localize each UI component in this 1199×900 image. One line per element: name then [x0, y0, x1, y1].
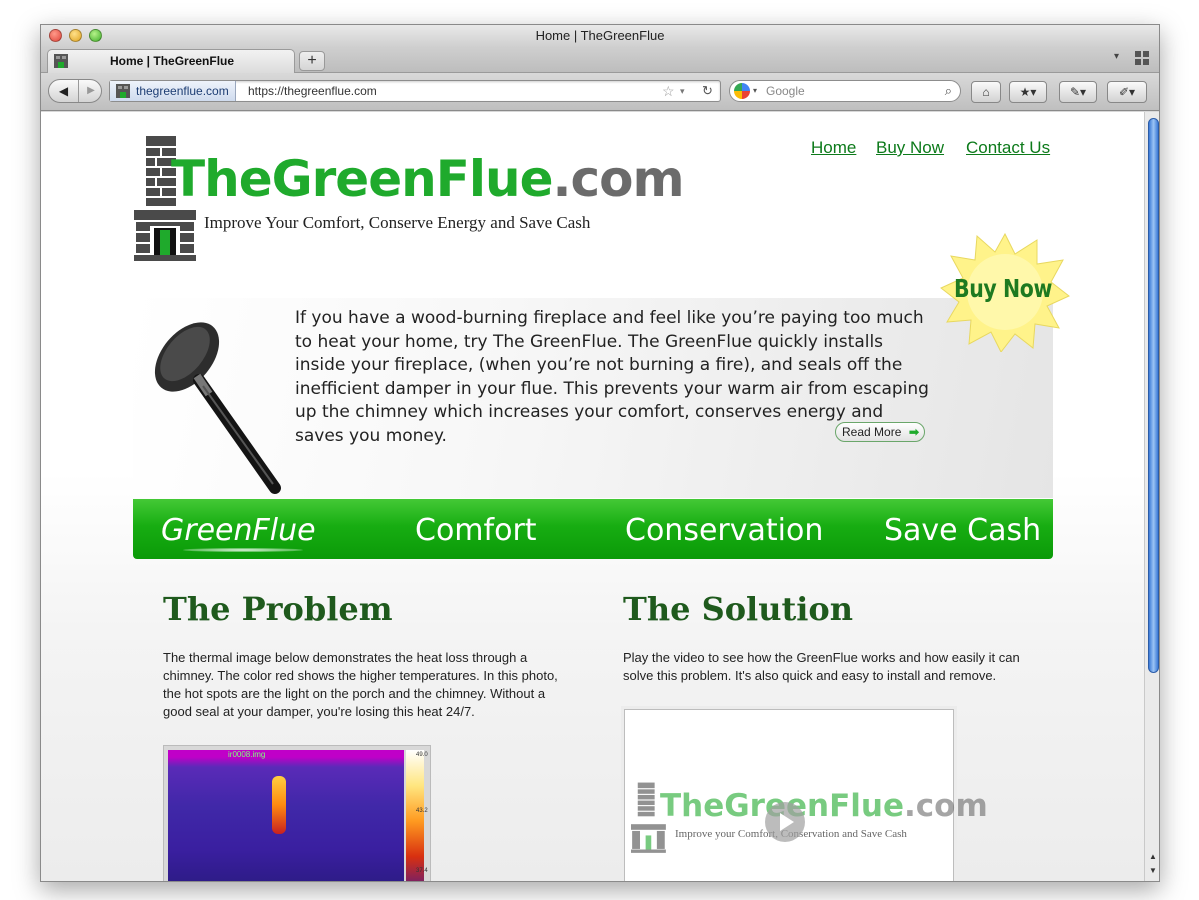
thermal-image: ir0008.img 49.0 43.2 37.4 — [163, 745, 431, 881]
thermal-scale — [406, 750, 424, 881]
video-logo-suffix: .com — [904, 788, 988, 824]
solution-body: Play the video to see how the GreenFlue … — [623, 650, 1020, 683]
arrow-right-icon: ➡ — [908, 425, 919, 439]
tools-icon: ✐▾ — [1118, 85, 1136, 99]
search-icon[interactable]: ⌕ — [945, 81, 952, 101]
tools-button[interactable]: ✐▾ — [1107, 81, 1147, 103]
window-title: Home | TheGreenFlue — [535, 28, 665, 43]
site-favicon-icon — [116, 84, 130, 98]
buy-now-badge[interactable]: Buy Now — [951, 274, 1056, 303]
scroll-down-icon[interactable]: ▼ — [1149, 866, 1157, 875]
search-bar[interactable]: ▾ Google ⌕ — [729, 80, 961, 102]
video-player[interactable]: TheGreenFlue.com Improve your Comfort, C… — [624, 709, 988, 881]
vertical-scrollbar[interactable]: ▲ ▼ — [1144, 112, 1159, 881]
back-button[interactable]: ◀ — [49, 80, 79, 102]
tab-home[interactable]: Home | TheGreenFlue — [47, 49, 295, 73]
play-icon[interactable] — [765, 802, 805, 842]
back-forward-group: ◀ ▶ — [48, 79, 102, 103]
site-favicon-icon — [54, 54, 68, 68]
logo-main: TheGreenFlue — [171, 150, 554, 208]
browser-window: Home | TheGreenFlue Home | TheGreenFlue … — [40, 24, 1160, 882]
title-bar: Home | TheGreenFlue — [41, 25, 1159, 47]
problem-body: The thermal image below demonstrates the… — [163, 650, 558, 719]
active-tab-glow — [183, 548, 303, 552]
site-tagline: Improve Your Comfort, Conserve Energy an… — [204, 213, 591, 232]
web-page: TheGreenFlue.com Improve Your Comfort, C… — [41, 112, 1144, 881]
forward-button[interactable]: ▶ — [80, 80, 102, 102]
new-tab-button[interactable]: + — [299, 51, 325, 71]
nav-link-home[interactable]: Home — [811, 138, 856, 158]
addon-button[interactable]: ✎▾ — [1059, 81, 1097, 103]
problem-heading: The Problem — [163, 590, 393, 628]
reload-icon[interactable]: ↻ — [702, 81, 713, 101]
home-icon: ⌂ — [982, 85, 990, 99]
google-icon[interactable] — [734, 83, 750, 99]
video-logo-text: TheGreenFlue.com — [660, 788, 988, 824]
bookmark-star-icon[interactable]: ☆ — [662, 81, 675, 101]
zoom-window-button[interactable] — [89, 29, 102, 42]
tab-comfort[interactable]: Comfort — [415, 513, 537, 548]
thermal-hotspot — [272, 776, 286, 834]
greenflue-product-image — [154, 322, 281, 494]
tab-save-cash[interactable]: Save Cash — [884, 513, 1041, 548]
navigation-toolbar: ◀ ▶ thegreenflue.com https://thegreenflu… — [41, 73, 1159, 111]
url-text[interactable]: https://thegreenflue.com — [248, 81, 377, 101]
tab-view-icon[interactable] — [1135, 51, 1149, 65]
site-logo-text[interactable]: TheGreenFlue.com — [171, 150, 685, 208]
tab-bar: Home | TheGreenFlue + ▾ — [41, 47, 1159, 73]
bookmarks-icon: ★▾ — [1019, 85, 1037, 99]
minimize-window-button[interactable] — [69, 29, 82, 42]
read-more-label: Read More — [842, 425, 902, 439]
tab-label: Home | TheGreenFlue — [110, 54, 235, 68]
close-window-button[interactable] — [49, 29, 62, 42]
tab-greenflue[interactable]: GreenFlue — [161, 513, 316, 548]
url-history-dropdown-icon[interactable]: ▾ — [680, 81, 685, 101]
scale-low: 37.4 — [416, 868, 428, 874]
search-engine-dropdown-icon[interactable]: ▾ — [753, 81, 757, 101]
tab-conservation[interactable]: Conservation — [625, 513, 823, 548]
identity-domain: thegreenflue.com — [136, 84, 229, 98]
scale-mid: 43.2 — [416, 808, 428, 814]
thermal-photo: ir0008.img — [168, 750, 404, 881]
scale-high: 49.0 — [416, 752, 428, 758]
scroll-up-icon[interactable]: ▲ — [1149, 852, 1157, 861]
logo-suffix: .com — [552, 150, 685, 208]
nav-link-buy-now[interactable]: Buy Now — [876, 138, 944, 158]
site-identity-button[interactable]: thegreenflue.com — [110, 81, 236, 101]
home-button[interactable]: ⌂ — [971, 81, 1001, 103]
nav-link-contact-us[interactable]: Contact Us — [966, 138, 1050, 158]
tab-list-dropdown-icon[interactable]: ▾ — [1114, 51, 1119, 62]
search-input[interactable]: Google — [766, 81, 805, 101]
read-more-button[interactable]: Read More ➡ — [835, 422, 925, 442]
scrollbar-thumb[interactable] — [1148, 118, 1159, 673]
bookmarks-button[interactable]: ★▾ — [1009, 81, 1047, 103]
solution-heading: The Solution — [623, 590, 853, 628]
addon-icon: ✎▾ — [1069, 85, 1087, 99]
url-bar[interactable]: thegreenflue.com https://thegreenflue.co… — [109, 80, 721, 102]
thermal-image-label: ir0008.img — [228, 750, 266, 759]
